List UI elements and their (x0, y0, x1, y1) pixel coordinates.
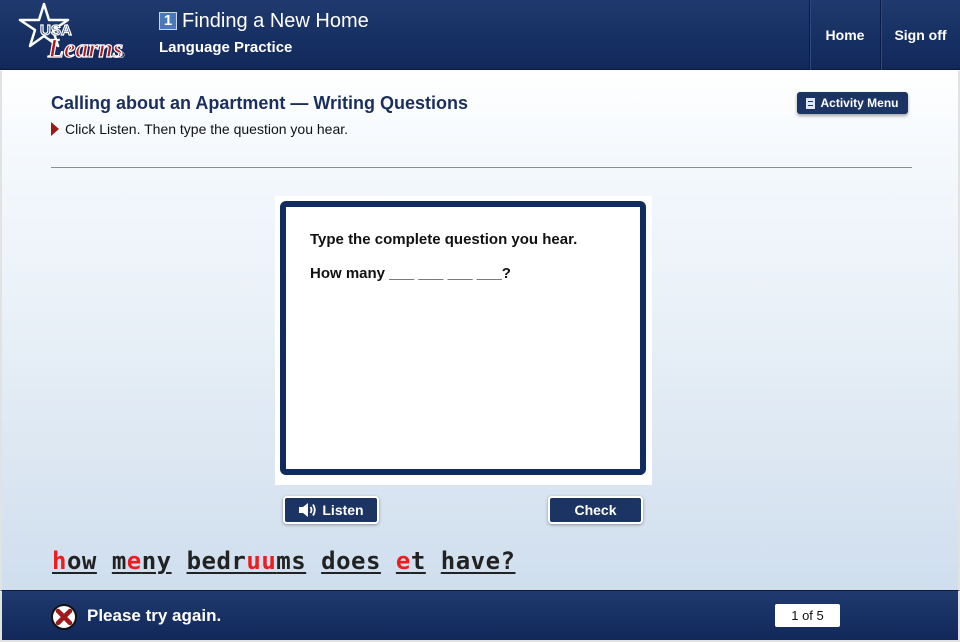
instruction: Click Listen. Then type the question you… (51, 121, 348, 137)
svg-text:Learns: Learns (47, 34, 123, 63)
correct-letters: bedr (186, 547, 247, 575)
speaker-icon (299, 503, 317, 517)
answer-word: have? (441, 547, 516, 575)
check-button[interactable]: Check (548, 496, 643, 524)
question-card-frame: Type the complete question you hear. How… (275, 196, 652, 485)
unit-title-block: 1 Finding a New Home Language Practice (159, 10, 369, 56)
instruction-text: Click Listen. Then type the question you… (65, 121, 349, 137)
sign-off-button[interactable]: Sign off (880, 0, 960, 70)
unit-title: Finding a New Home (182, 10, 369, 32)
svg-text:®: ® (118, 50, 125, 60)
x-circle-icon (51, 604, 77, 630)
activity-title: Calling about an Apartment — Writing Que… (51, 93, 469, 113)
home-button[interactable]: Home (809, 0, 880, 70)
activity-menu-label: Activity Menu (820, 96, 899, 110)
card-question: How many ___ ___ ___ ___? (310, 265, 511, 282)
error-letters: e (395, 547, 411, 575)
answer-word: et (396, 547, 426, 575)
status-message: Please try again. (87, 606, 222, 625)
answer-word: meny (112, 547, 172, 575)
divider (51, 167, 912, 168)
unit-number-badge: 1 (159, 12, 177, 30)
footer-bar: Please try again. 1 of 5 (0, 590, 960, 642)
correct-letters: ow (66, 547, 97, 575)
answer-word: bedruums (187, 547, 307, 575)
section-subtitle: Language Practice (159, 39, 293, 56)
correct-letters: m (111, 547, 127, 575)
answer-word: does (321, 547, 381, 575)
activity-content: Calling about an Apartment — Writing Que… (0, 71, 960, 590)
question-card: Type the complete question you hear. How… (280, 201, 646, 475)
activity-menu-button[interactable]: Activity Menu (797, 92, 908, 114)
correct-letters: t (410, 547, 426, 575)
listen-label: Listen (322, 502, 364, 518)
answer-word: how (52, 547, 97, 575)
correct-letters: have? (440, 547, 516, 575)
arrow-right-icon (51, 122, 59, 136)
header-bar: USA Learns ® 1 Finding a New Home Languag… (0, 0, 960, 70)
page-indicator: 1 of 5 (775, 604, 840, 627)
error-letters: uu (246, 547, 277, 575)
correct-letters: ny (141, 547, 172, 575)
listen-button[interactable]: Listen (283, 496, 379, 524)
error-letters: h (52, 547, 67, 575)
usa-learns-logo[interactable]: USA Learns ® (18, 2, 130, 66)
error-letters: e (126, 547, 142, 575)
correct-letters: does (321, 547, 381, 575)
menu-book-icon (806, 97, 816, 109)
answer-feedback: how meny bedruums does et have? (52, 547, 516, 575)
correct-letters: ms (276, 547, 307, 575)
card-prompt: Type the complete question you hear. (310, 231, 578, 248)
